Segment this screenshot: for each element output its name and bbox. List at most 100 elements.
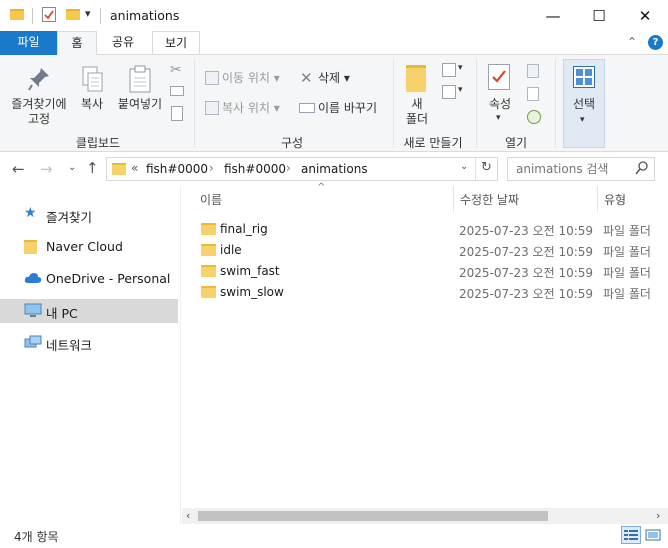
folder-icon [112,163,126,175]
pin-label-line2: 고정 [27,112,51,126]
column-header-name[interactable]: 이름 [200,191,222,208]
help-icon[interactable]: ? [648,35,663,50]
nav-item-quick-access[interactable]: ★ 즐겨찾기 [0,203,178,227]
history-icon[interactable] [527,110,541,124]
minimize-button[interactable]: — [530,0,576,31]
horizontal-scrollbar[interactable]: ‹ › [182,508,668,524]
folder-icon [201,223,216,235]
breadcrumb-item[interactable]: fish#0000 [224,162,286,176]
nav-item-this-pc[interactable]: 내 PC [0,299,178,323]
tab-home[interactable]: 홈 [57,31,97,56]
column-divider[interactable] [453,186,454,212]
nav-item-label: 즐겨찾기 [46,210,93,225]
search-icon[interactable] [635,160,649,179]
divider [555,59,556,147]
large-icons-view-button[interactable] [643,526,663,544]
file-modified: 2025-07-23 오전 10:59 [459,245,594,259]
properties-icon [488,64,510,90]
copy-to-icon [205,101,219,115]
nav-item-naver-cloud[interactable]: Naver Cloud [0,235,178,259]
file-modified: 2025-07-23 오전 10:59 [459,266,594,280]
delete-button[interactable]: 삭제 ▾ [318,71,350,86]
file-name: idle [220,243,242,257]
divider [32,8,33,24]
file-name: final_rig [220,222,268,236]
delete-label: 삭제 [318,71,341,85]
paste-icon [128,64,152,97]
paste-button[interactable]: 붙여넣기 [112,97,168,112]
copy-icon [81,65,105,98]
new-item-icon[interactable] [442,63,456,77]
nav-item-label: 네트워크 [46,338,93,353]
file-row[interactable]: idle 2025-07-23 오전 10:59 파일 폴더 [182,240,668,261]
nav-item-label: Naver Cloud [46,239,123,254]
folder-icon [201,265,216,277]
customize-quick-access-icon[interactable]: ▾ [85,7,91,20]
folder-icon [201,286,216,298]
up-button[interactable]: ↑ [86,159,99,177]
tab-file[interactable]: 파일 [0,31,57,55]
properties-check-icon[interactable] [42,7,56,22]
breadcrumb-item[interactable]: animations [301,162,368,176]
copy-to-button[interactable]: 복사 위치 ▾ [222,101,280,116]
scrollbar-thumb[interactable] [198,511,548,521]
cloud-folder-icon [24,240,37,254]
group-open-label: 열기 [504,136,528,150]
recent-locations-icon[interactable]: ⌄ [68,162,76,173]
search-box[interactable] [507,157,655,181]
forward-button[interactable]: → [40,160,53,178]
breadcrumb-chevron-icon[interactable]: › [286,161,291,175]
new-item-dropdown-icon[interactable]: ▾ [458,63,463,73]
breadcrumb-overflow[interactable]: « [131,161,138,175]
move-to-button[interactable]: 이동 위치 ▾ [222,71,280,86]
column-header-modified[interactable]: 수정한 날짜 [460,191,519,208]
tab-view[interactable]: 보기 [152,31,200,55]
status-item-count: 4개 항목 [14,530,59,544]
close-button[interactable]: ✕ [622,0,668,31]
pin-to-quick-access-button[interactable]: 즐겨찾기에 고정 [4,97,74,127]
copy-button[interactable]: 복사 [76,97,108,112]
navigation-pane: ★ 즐겨찾기 Naver Cloud OneDrive - Personal 내… [0,186,180,524]
ribbon-tabs: 파일 홈 공유 보기 ⌃ ? [0,31,668,56]
new-folder-icon[interactable] [66,9,80,20]
tab-share[interactable]: 공유 [100,31,146,55]
delete-icon: ✕ [300,69,313,87]
file-row[interactable]: final_rig 2025-07-23 오전 10:59 파일 폴더 [182,219,668,240]
file-type: 파일 폴더 [603,287,651,301]
divider [100,8,101,24]
nav-item-onedrive[interactable]: OneDrive - Personal [0,267,178,291]
address-dropdown-icon[interactable]: ⌄ [460,161,468,172]
rename-button[interactable]: 이름 바꾸기 [318,101,377,116]
maximize-button[interactable]: ☐ [576,0,622,31]
breadcrumb-chevron-icon[interactable]: › [209,161,214,175]
open-icon[interactable] [527,64,539,78]
column-divider[interactable] [597,186,598,212]
refresh-icon[interactable]: ↻ [481,160,492,175]
scroll-right-icon[interactable]: › [656,509,660,522]
details-view-button[interactable] [621,526,641,544]
cut-icon[interactable]: ✂ [170,62,182,78]
easy-access-icon[interactable] [442,85,456,99]
new-folder-label-line1: 새 [411,97,423,111]
breadcrumb-item[interactable]: fish#0000 [146,162,208,176]
nav-item-network[interactable]: 네트워크 [0,331,178,355]
scroll-left-icon[interactable]: ‹ [186,509,190,522]
properties-button[interactable]: 속성 [484,97,516,112]
file-row[interactable]: swim_slow 2025-07-23 오전 10:59 파일 폴더 [182,282,668,303]
search-input[interactable] [516,161,628,177]
select-button[interactable]: 선택 ▾ [563,59,605,148]
copy-path-icon[interactable] [170,86,184,96]
properties-dropdown-icon[interactable]: ▾ [496,113,501,123]
easy-access-dropdown-icon[interactable]: ▾ [458,85,463,95]
title-bar: ▾ animations — ☐ ✕ [0,0,668,31]
address-bar[interactable]: « fish#0000 › fish#0000 › animations ⌄ ↻ [106,157,498,181]
back-button[interactable]: ← [12,160,25,178]
edit-icon[interactable] [527,87,539,101]
copy-to-label: 복사 위치 [222,101,270,115]
collapse-ribbon-icon[interactable]: ⌃ [627,35,637,49]
select-icon [573,66,595,88]
file-row[interactable]: swim_fast 2025-07-23 오전 10:59 파일 폴더 [182,261,668,282]
new-folder-button[interactable]: 새 폴더 [400,97,434,127]
column-header-type[interactable]: 유형 [604,191,626,208]
paste-shortcut-icon[interactable] [171,106,183,121]
